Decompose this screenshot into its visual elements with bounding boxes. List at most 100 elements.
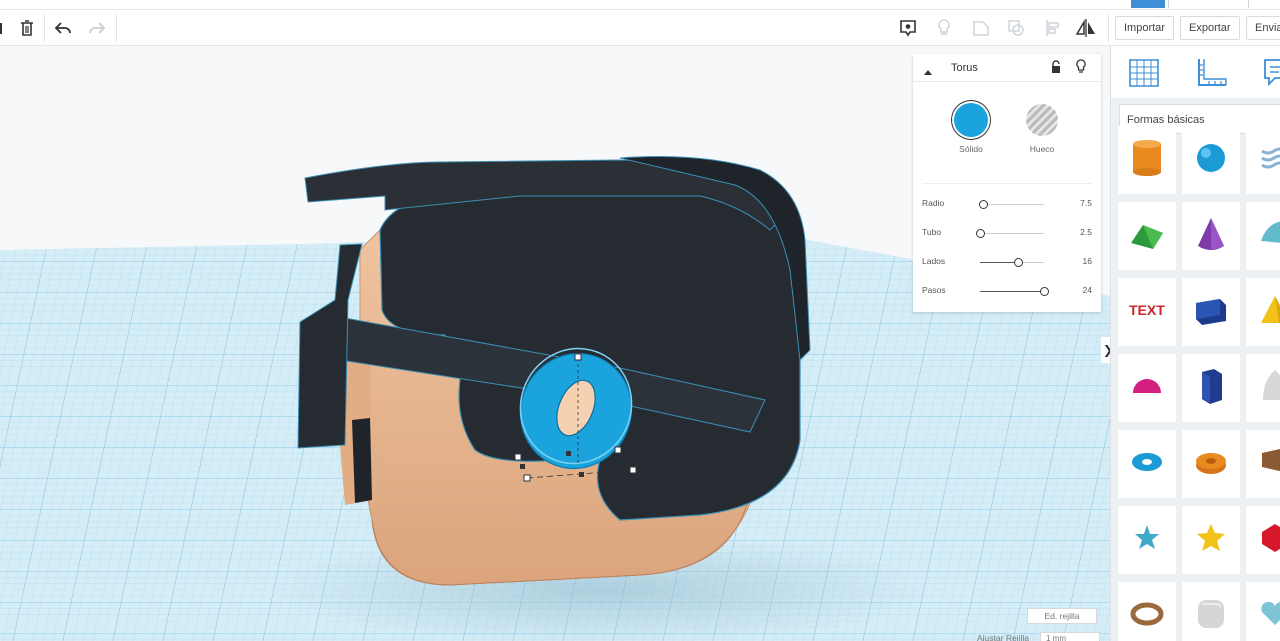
param-slider-track[interactable] <box>980 204 1044 205</box>
workplane-grid-icon[interactable] <box>1127 56 1161 93</box>
bulb-icon[interactable] <box>1075 59 1087 80</box>
paraboloid-shape-icon <box>1260 367 1280 410</box>
snap-grid-select[interactable]: 1 mm <box>1040 632 1100 641</box>
param-value[interactable]: 7.5 <box>1080 198 1092 208</box>
shape-tile[interactable] <box>1246 202 1280 270</box>
param-slider-track[interactable] <box>980 233 1044 234</box>
shape-tile[interactable] <box>1246 582 1280 641</box>
panel-view-switcher <box>1111 46 1280 98</box>
param-row-radio[interactable]: Radio 7.5 <box>922 197 1092 211</box>
view-tab-active[interactable] <box>1131 0 1165 8</box>
param-slider-knob[interactable] <box>1014 258 1024 267</box>
center-handle[interactable] <box>566 451 571 456</box>
param-slider-knob[interactable] <box>976 229 985 238</box>
star-shape-icon <box>1130 521 1164 560</box>
mirror-icon[interactable] <box>1073 16 1099 40</box>
shape-tile[interactable] <box>1246 354 1280 422</box>
side-handle[interactable] <box>520 464 525 469</box>
param-label: Pasos <box>922 285 946 295</box>
param-label: Tubo <box>922 227 942 237</box>
trash-icon[interactable] <box>14 16 40 40</box>
icosahedron-shape-icon <box>1258 521 1280 560</box>
shape-tile[interactable] <box>1182 126 1240 194</box>
edit-grid-button[interactable]: Ed. rejilla <box>1027 608 1097 624</box>
dice-shape-icon <box>1194 596 1228 637</box>
param-row-lados[interactable]: Lados 16 <box>922 255 1092 269</box>
shape-tile[interactable] <box>1118 506 1176 574</box>
param-slider-fill <box>980 291 1044 292</box>
inspector-header: Torus <box>913 54 1101 82</box>
corner-handle[interactable] <box>514 453 522 461</box>
star-alt-shape-icon <box>1194 521 1228 560</box>
shape-tile[interactable] <box>1182 278 1240 346</box>
param-slider-fill <box>980 262 1019 263</box>
param-slider-knob[interactable] <box>1040 287 1049 296</box>
shape-tile[interactable] <box>1246 506 1280 574</box>
export-button[interactable]: Exportar <box>1180 16 1240 40</box>
pyramid-shape-icon <box>1258 293 1280 332</box>
light-bulb-icon[interactable] <box>931 16 957 40</box>
lock-icon[interactable] <box>1050 60 1062 79</box>
shape-tile[interactable] <box>1182 202 1240 270</box>
shape-tile[interactable]: TEXT <box>1118 278 1176 346</box>
svg-text:TEXT: TEXT <box>1129 302 1165 318</box>
ruler-icon[interactable] <box>1195 56 1229 93</box>
inspector-title: Torus <box>951 62 978 74</box>
collapse-caret-icon[interactable] <box>923 63 933 81</box>
import-button[interactable]: Importar <box>1115 16 1174 40</box>
corner-handle[interactable] <box>614 446 622 454</box>
hole-swatch[interactable] <box>1026 104 1058 136</box>
shape-tile[interactable] <box>1182 582 1240 641</box>
redo-icon[interactable] <box>84 16 110 40</box>
box-shape-icon <box>1193 293 1229 332</box>
align-icon[interactable] <box>1040 16 1066 40</box>
corner-handle[interactable] <box>629 466 637 474</box>
shape-tile[interactable] <box>1182 506 1240 574</box>
param-row-tubo[interactable]: Tubo 2.5 <box>922 226 1092 240</box>
notes-icon[interactable] <box>1261 56 1280 93</box>
shape-tile[interactable] <box>1118 354 1176 422</box>
shape-inspector: Torus Sólido Hueco Radio 7.5 Tubo 2.5 Lados 1… <box>913 54 1101 312</box>
wedge-shape-icon <box>1258 445 1280 484</box>
corner-handle[interactable] <box>523 474 531 482</box>
group-icon[interactable] <box>968 16 994 40</box>
torus-shape-icon <box>1130 447 1164 482</box>
shape-tile[interactable] <box>1118 202 1176 270</box>
height-handle[interactable] <box>574 353 582 361</box>
polygon-shape-icon <box>1194 366 1228 411</box>
ring-shape-icon <box>1130 599 1164 634</box>
param-slider-knob[interactable] <box>979 200 989 209</box>
param-value[interactable]: 2.5 <box>1080 227 1092 237</box>
cylinder-shape-icon <box>1129 138 1165 183</box>
shape-tile[interactable] <box>1246 126 1280 194</box>
window-top-strip <box>0 0 1280 10</box>
param-value[interactable]: 16 <box>1083 256 1092 266</box>
solid-color-swatch[interactable] <box>954 103 988 137</box>
shape-tile[interactable] <box>1118 430 1176 498</box>
side-handle[interactable] <box>579 472 584 477</box>
shape-tile[interactable] <box>1118 582 1176 641</box>
solid-label: Sólido <box>959 144 983 154</box>
main-toolbar: Importar Exportar Enviar <box>0 10 1280 46</box>
shape-tile[interactable] <box>1246 430 1280 498</box>
ungroup-icon[interactable] <box>1003 16 1029 40</box>
tube-shape-icon <box>1194 447 1228 482</box>
roof-shape-icon <box>1129 217 1165 256</box>
send-button[interactable]: Enviar <box>1246 16 1280 40</box>
shapes-panel: Formas básicas TEXT <box>1110 46 1280 641</box>
shape-tile[interactable] <box>1118 126 1176 194</box>
sphere-shape-icon <box>1194 141 1228 180</box>
cone-shape-icon <box>1194 216 1228 257</box>
param-value[interactable]: 24 <box>1083 285 1092 295</box>
shape-tile[interactable] <box>1182 430 1240 498</box>
view-tab[interactable] <box>1168 0 1208 8</box>
new-design-icon[interactable] <box>1248 0 1280 8</box>
snap-grid-label: Ajustar Rejilla <box>977 633 1029 641</box>
param-row-pasos[interactable]: Pasos 24 <box>922 284 1092 298</box>
shape-tile[interactable] <box>1182 354 1240 422</box>
show-all-icon[interactable] <box>895 16 921 40</box>
scribble-shape-icon <box>1258 141 1280 180</box>
shape-tile[interactable] <box>1246 278 1280 346</box>
undo-icon[interactable] <box>50 16 76 40</box>
param-label: Lados <box>922 256 946 266</box>
